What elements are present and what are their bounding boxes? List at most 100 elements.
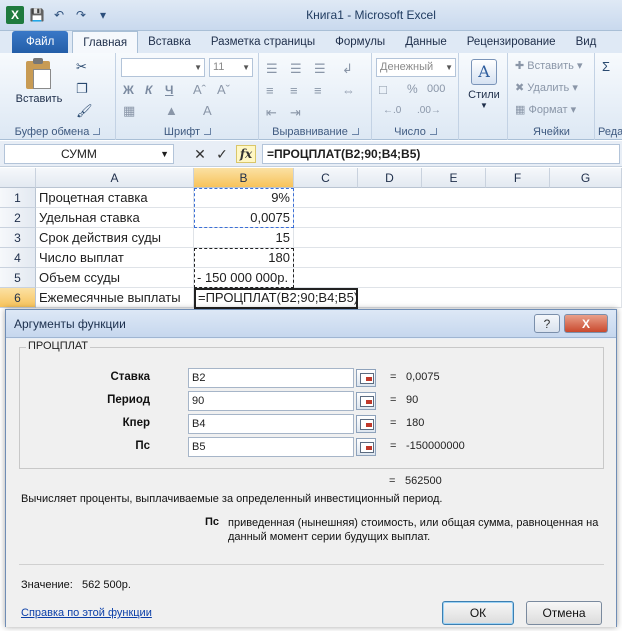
wrap-text-icon[interactable]: ↲ (342, 61, 353, 77)
column-header-c[interactable]: C (294, 168, 358, 188)
italic-button[interactable]: К (145, 83, 152, 97)
cell-b6-editing[interactable]: =ПРОЦПЛАТ(B2;90;B4;B5) (194, 288, 358, 309)
cancel-button[interactable]: Отмена (526, 601, 602, 625)
arg-label-nper: Кпер (122, 417, 150, 429)
format-painter-icon[interactable]: 🖌 (76, 103, 93, 119)
tab-file[interactable]: Файл (12, 31, 69, 53)
underline-button[interactable]: Ч (165, 83, 173, 97)
collapse-dialog-icon[interactable] (356, 369, 376, 387)
row-header[interactable]: 5 (0, 268, 36, 288)
cell-b1[interactable]: 9% (194, 188, 294, 208)
align-right-icon[interactable]: ≡ (314, 83, 322, 98)
number-format-combo[interactable]: Денежный ▼ (376, 58, 456, 77)
row-header[interactable]: 3 (0, 228, 36, 248)
align-center-icon[interactable]: ≡ (290, 83, 298, 98)
format-cells-button[interactable]: ▦ Формат ▾ (515, 103, 576, 116)
arg-input-period[interactable]: 90 (188, 391, 354, 411)
cell-a2[interactable]: Удельная ставка (36, 208, 194, 228)
empty-cells[interactable] (294, 268, 622, 288)
cell-a6[interactable]: Ежемесячные выплаты (36, 288, 194, 308)
cell-a1[interactable]: Процетная ставка (36, 188, 194, 208)
collapse-dialog-icon[interactable] (356, 415, 376, 433)
cut-icon[interactable]: ✂ (76, 59, 87, 75)
grow-font-icon[interactable]: Aˆ (193, 82, 206, 97)
indent-increase-icon[interactable]: ⇥ (290, 105, 301, 121)
close-button[interactable]: X (564, 314, 608, 333)
collapse-dialog-icon[interactable] (356, 392, 376, 410)
dialog-launcher-icon[interactable] (93, 128, 101, 135)
borders-icon[interactable]: ▦ (123, 103, 135, 119)
empty-cells[interactable] (294, 208, 622, 228)
dialog-title-bar[interactable]: Аргументы функции ? X (6, 310, 616, 338)
column-header-e[interactable]: E (422, 168, 486, 188)
dialog-launcher-icon[interactable] (429, 128, 437, 135)
indent-decrease-icon[interactable]: ⇤ (266, 105, 277, 121)
font-name-combo[interactable]: ▼ (121, 58, 205, 77)
cell-b2[interactable]: 0,0075 (194, 208, 294, 228)
cancel-entry-icon[interactable]: ✕ (190, 145, 210, 163)
collapse-dialog-icon[interactable] (356, 438, 376, 456)
cell-b5[interactable]: - 150 000 000р. (194, 268, 294, 288)
paste-button[interactable]: Вставить (12, 57, 66, 105)
arg-input-pv[interactable]: B5 (188, 437, 354, 457)
delete-cells-button[interactable]: ✖ Удалить ▾ (515, 81, 578, 94)
column-header-d[interactable]: D (358, 168, 422, 188)
cell-a4[interactable]: Число выплат (36, 248, 194, 268)
arg-result-rate: 0,0075 (406, 371, 440, 383)
column-header-g[interactable]: G (550, 168, 622, 188)
align-middle-icon[interactable]: ☰ (290, 61, 302, 77)
row-header[interactable]: 6 (0, 288, 36, 308)
align-top-icon[interactable]: ☰ (266, 61, 278, 77)
shrink-font-icon[interactable]: Aˇ (217, 82, 230, 97)
tab-home[interactable]: Главная (72, 31, 139, 53)
ok-button[interactable]: ОК (442, 601, 514, 625)
confirm-entry-icon[interactable]: ✓ (212, 145, 232, 163)
arg-input-rate[interactable]: B2 (188, 368, 354, 388)
font-size-combo[interactable]: 11 ▼ (209, 58, 253, 77)
insert-function-button[interactable]: fx (236, 145, 256, 163)
tab-page-layout[interactable]: Разметка страницы (201, 31, 325, 53)
tab-formulas[interactable]: Формулы (325, 31, 395, 53)
row-header[interactable]: 2 (0, 208, 36, 228)
empty-cells[interactable] (294, 248, 622, 268)
dialog-launcher-icon[interactable] (204, 128, 212, 135)
cell-b4[interactable]: 180 (194, 248, 294, 268)
merge-icon[interactable]: ⇔ (342, 83, 355, 98)
sum-icon[interactable]: Σ (602, 59, 610, 74)
tab-review[interactable]: Рецензирование (457, 31, 566, 53)
arg-input-nper[interactable]: B4 (188, 414, 354, 434)
cell-a5[interactable]: Объем ссуды (36, 268, 194, 288)
column-header-f[interactable]: F (486, 168, 550, 188)
align-bottom-icon[interactable]: ☰ (314, 61, 326, 77)
cell-b3[interactable]: 15 (194, 228, 294, 248)
percent-button[interactable]: % (407, 82, 418, 96)
column-header-b[interactable]: B (194, 168, 294, 188)
styles-button[interactable]: A Стили ▼ (464, 59, 504, 110)
empty-cells[interactable] (294, 228, 622, 248)
formula-input[interactable]: =ПРОЦПЛАТ(B2;90;B4;B5) (262, 144, 620, 164)
tab-data[interactable]: Данные (395, 31, 457, 53)
help-button[interactable]: ? (534, 314, 560, 333)
decrease-decimal-icon[interactable]: .00→ (417, 105, 441, 116)
row-header[interactable]: 4 (0, 248, 36, 268)
dialog-launcher-icon[interactable] (351, 128, 359, 135)
tab-view[interactable]: Вид (566, 31, 607, 53)
empty-cells[interactable] (294, 188, 622, 208)
number-format-value: Денежный (380, 61, 434, 73)
column-header-a[interactable]: A (36, 168, 194, 188)
tab-insert[interactable]: Вставка (138, 31, 201, 53)
thousands-button[interactable]: 000 (427, 83, 445, 95)
bold-button[interactable]: Ж (123, 83, 134, 97)
name-box[interactable]: СУММ ▼ (4, 144, 174, 164)
select-all-corner[interactable] (0, 168, 36, 188)
insert-cells-button[interactable]: ✚ Вставить ▾ (515, 59, 583, 72)
fill-color-icon[interactable]: ▲ (165, 103, 178, 118)
font-color-icon[interactable]: A (203, 103, 212, 118)
help-link[interactable]: Справка по этой функции (21, 607, 152, 619)
cell-a3[interactable]: Срок действия суды (36, 228, 194, 248)
row-header[interactable]: 1 (0, 188, 36, 208)
currency-icon[interactable]: □ (379, 82, 387, 97)
align-left-icon[interactable]: ≡ (266, 83, 274, 98)
copy-icon[interactable]: ❐ (76, 81, 88, 97)
increase-decimal-icon[interactable]: ←.0 (383, 105, 401, 116)
